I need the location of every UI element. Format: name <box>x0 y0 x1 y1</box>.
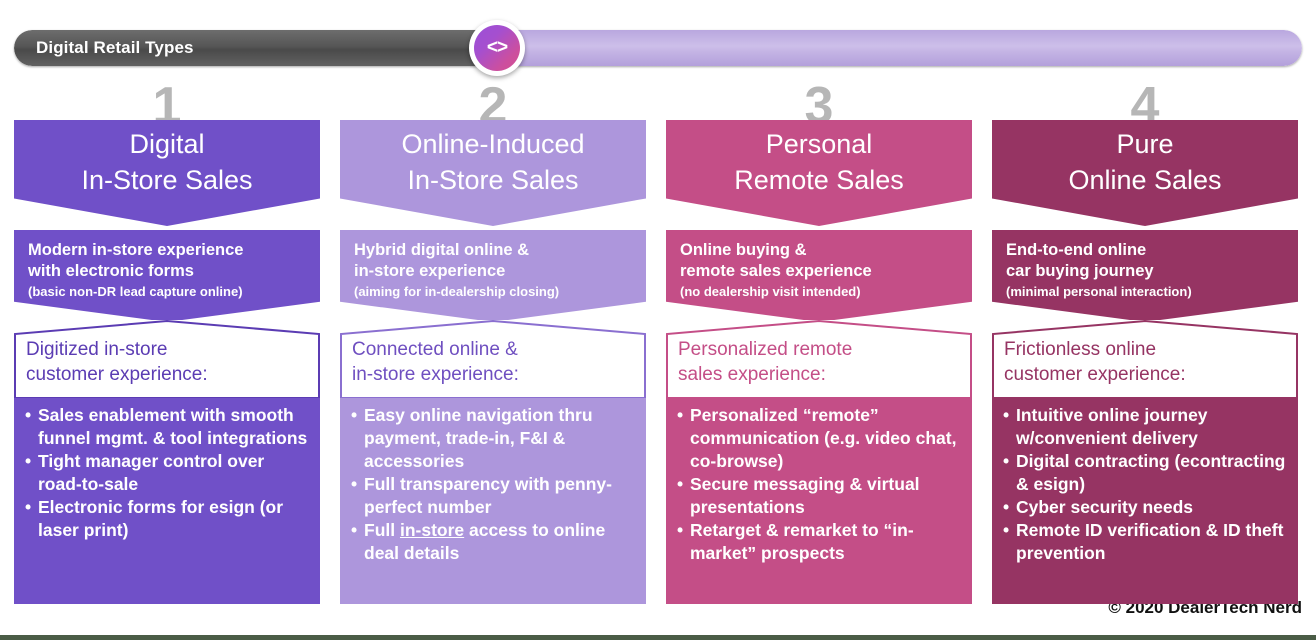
column-1-sub-line2: customer experience: <box>26 364 208 385</box>
column-3-subheader: Personalized remote sales experience: <box>666 320 972 398</box>
header-title: Digital Retail Types <box>36 38 194 57</box>
column-3-title-line2: Remote Sales <box>734 165 904 195</box>
column-3-desc-line1: Online buying & <box>680 241 807 259</box>
column-2-header: Online-Induced In-Store Sales <box>340 120 646 226</box>
column-2-subheader-text: Connected online & in-store experience: <box>352 337 636 387</box>
column-2-sub-line1: Connected online & <box>352 339 518 360</box>
column-3-header: Personal Remote Sales <box>666 120 972 226</box>
column-1-subheader: Digitized in-store customer experience: <box>14 320 320 398</box>
list-item: Secure messaging & virtual presentations <box>676 473 962 519</box>
column-4-bullets: Intuitive online journey w/convenient de… <box>992 396 1298 604</box>
column-3-title: Personal Remote Sales <box>734 126 904 198</box>
list-item: Personalized “remote” communication (e.g… <box>676 404 962 473</box>
column-2-bullets: Easy online navigation thru payment, tra… <box>340 396 646 604</box>
column-1-title-line1: Digital <box>129 129 205 159</box>
list-item: Full in-store access to online deal deta… <box>350 519 636 565</box>
column-1-subheader-text: Digitized in-store customer experience: <box>26 337 310 387</box>
column-4-desc-note: (minimal personal interaction) <box>1006 284 1192 299</box>
column-3-bullets: Personalized “remote” communication (e.g… <box>666 396 972 604</box>
column-4-subheader-text: Frictionless online customer experience: <box>1004 337 1288 387</box>
list-item: Cyber security needs <box>1002 496 1288 519</box>
column-4-desc-line2: car buying journey <box>1006 262 1154 280</box>
column-1-header: Digital In-Store Sales <box>14 120 320 226</box>
list-item: Electronic forms for esign (or laser pri… <box>24 496 310 542</box>
column-1-desc-note: (basic non-DR lead capture online) <box>28 284 243 299</box>
code-badge: <> <box>469 20 525 76</box>
column-2-title: Online-Induced In-Store Sales <box>401 126 584 198</box>
column-2-title-line1: Online-Induced <box>401 129 585 159</box>
header-bar-light-segment <box>519 30 1302 66</box>
column-1-sub-line1: Digitized in-store <box>26 339 168 360</box>
column-1-description: Modern in-store experience with electron… <box>14 230 320 322</box>
list-item: Full transparency with penny-perfect num… <box>350 473 636 519</box>
column-4-title: Pure Online Sales <box>1068 126 1221 198</box>
column-3-description: Online buying & remote sales experience … <box>666 230 972 322</box>
column-1-title-line2: In-Store Sales <box>81 165 253 195</box>
column-4-description: End-to-end online car buying journey (mi… <box>992 230 1298 322</box>
column-4-header: Pure Online Sales <box>992 120 1298 226</box>
digital-retail-types-diagram: Digital Retail Types <> 1 Digital In-Sto… <box>0 0 1316 640</box>
column-4-sub-line2: customer experience: <box>1004 364 1186 385</box>
column-2-title-line2: In-Store Sales <box>407 165 579 195</box>
column-1-desc-line1: Modern in-store experience <box>28 241 244 259</box>
column-1-title: Digital In-Store Sales <box>81 126 252 198</box>
column-2-desc-line1: Hybrid digital online & <box>354 241 530 259</box>
list-item: Retarget & remarket to “in-market” prosp… <box>676 519 962 565</box>
column-3-desc-line2: remote sales experience <box>680 262 872 280</box>
list-item: Digital contracting (econtracting & esig… <box>1002 450 1288 496</box>
column-3-title-line1: Personal <box>765 129 873 159</box>
columns-container: 1 Digital In-Store Sales Modern in-store… <box>14 80 1302 604</box>
column-2-desc-line2: in-store experience <box>354 262 506 280</box>
column-2-description: Hybrid digital online & in-store experie… <box>340 230 646 322</box>
column-3-sub-line2: sales experience: <box>678 364 826 385</box>
column-4-desc-line1: End-to-end online <box>1006 241 1147 259</box>
list-item: Remote ID verification & ID theft preven… <box>1002 519 1288 565</box>
column-1-bullets: Sales enablement with smooth funnel mgmt… <box>14 396 320 604</box>
list-item: Sales enablement with smooth funnel mgmt… <box>24 404 310 450</box>
column-1-desc-line2: with electronic forms <box>28 262 194 280</box>
column-2-desc-note: (aiming for in-dealership closing) <box>354 284 560 299</box>
code-brackets-icon: <> <box>474 25 520 71</box>
list-item: Easy online navigation thru payment, tra… <box>350 404 636 473</box>
list-item: Tight manager control over road-to-sale <box>24 450 310 496</box>
column-3-subheader-text: Personalized remote sales experience: <box>678 337 962 387</box>
column-2-sub-line2: in-store experience: <box>352 364 519 385</box>
column-3-sub-line1: Personalized remote <box>678 339 853 360</box>
list-item: Intuitive online journey w/convenient de… <box>1002 404 1288 450</box>
column-4-title-line1: Pure <box>1116 129 1174 159</box>
column-2-subheader: Connected online & in-store experience: <box>340 320 646 398</box>
column-4-sub-line1: Frictionless online <box>1004 339 1157 360</box>
column-3-desc-note: (no dealership visit intended) <box>680 284 861 299</box>
header-bar: Digital Retail Types <box>14 30 1302 66</box>
column-4-subheader: Frictionless online customer experience: <box>992 320 1298 398</box>
column-4-title-line2: Online Sales <box>1068 165 1222 195</box>
